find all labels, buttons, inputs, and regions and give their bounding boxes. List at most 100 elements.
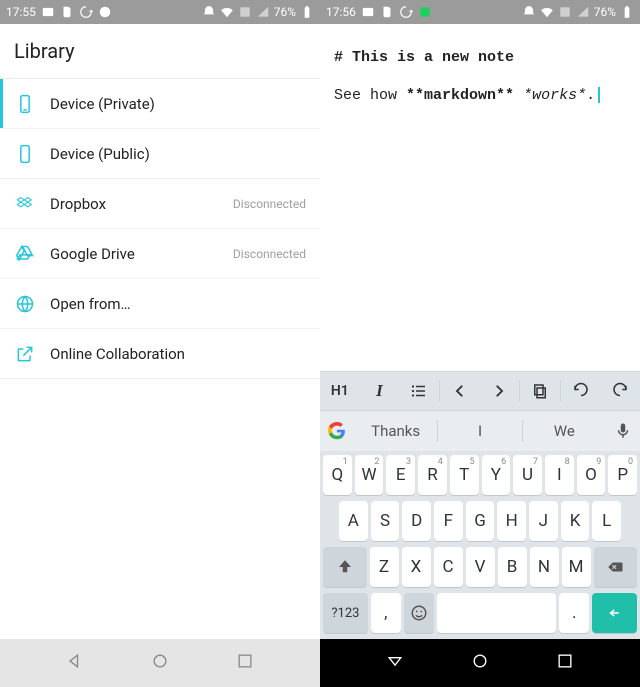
key-t[interactable]: T5: [450, 455, 479, 495]
heading-text: This is a new note: [352, 49, 514, 66]
key-a[interactable]: A: [339, 501, 368, 541]
library-item-2[interactable]: DropboxDisconnected: [0, 179, 320, 229]
nav-back-button[interactable]: [65, 651, 85, 675]
copy-button[interactable]: [520, 382, 560, 400]
system-nav: [320, 639, 640, 687]
prev-button[interactable]: [440, 382, 480, 400]
key-c[interactable]: C: [434, 547, 463, 587]
status-bar: 17:55 76%: [0, 0, 320, 24]
system-nav: [0, 639, 320, 687]
heading-button[interactable]: H1: [320, 383, 360, 399]
status-time: 17:56: [326, 5, 356, 19]
key-symbols[interactable]: ?123: [323, 593, 368, 633]
key-y[interactable]: Y6: [482, 455, 511, 495]
key-b[interactable]: B: [498, 547, 527, 587]
key-u[interactable]: U7: [513, 455, 542, 495]
key-p[interactable]: P0: [608, 455, 637, 495]
app-icon: [418, 5, 432, 19]
suggestion-3[interactable]: We: [523, 422, 606, 440]
dnd-icon: [522, 5, 536, 19]
key-x[interactable]: X: [402, 547, 431, 587]
library-item-label: Device (Public): [50, 145, 150, 163]
library-item-3[interactable]: Google Drive Disconnected: [0, 229, 320, 279]
undo-button[interactable]: [561, 382, 601, 400]
library-item-label: Open from…: [50, 295, 131, 313]
para-post: .: [586, 87, 595, 104]
external-icon: [14, 343, 36, 365]
suggestion-strip: Thanks I We: [320, 411, 640, 451]
library-item-label: Google Drive: [50, 245, 135, 263]
key-z[interactable]: Z: [370, 547, 399, 587]
gallery-icon: [41, 5, 55, 19]
key-space[interactable]: [437, 593, 557, 633]
key-l[interactable]: L: [592, 501, 621, 541]
google-icon[interactable]: [320, 422, 354, 440]
key-w[interactable]: W2: [355, 455, 384, 495]
key-o[interactable]: O9: [577, 455, 606, 495]
key-r[interactable]: R4: [418, 455, 447, 495]
suggestion-1[interactable]: Thanks: [354, 422, 437, 440]
key-g[interactable]: G: [466, 501, 495, 541]
status-time: 17:55: [6, 5, 36, 19]
key-h[interactable]: H: [497, 501, 526, 541]
signal-icon: [256, 5, 270, 19]
key-shift[interactable]: [323, 547, 367, 587]
list-button[interactable]: [399, 382, 439, 400]
evernote-icon: [60, 5, 74, 19]
key-d[interactable]: D: [402, 501, 431, 541]
sync-icon: [399, 5, 413, 19]
library-item-label: Device (Private): [50, 95, 155, 113]
key-enter[interactable]: [592, 593, 637, 633]
battery-icon: [620, 5, 634, 19]
key-n[interactable]: N: [530, 547, 559, 587]
library-item-label: Online Collaboration: [50, 345, 185, 363]
key-q[interactable]: Q1: [323, 455, 352, 495]
nav-recent-button[interactable]: [235, 651, 255, 675]
dnd-icon: [202, 5, 216, 19]
library-item-5[interactable]: Online Collaboration: [0, 329, 320, 379]
para-bold: **markdown**: [406, 87, 514, 104]
key-f[interactable]: F: [434, 501, 463, 541]
dropbox-icon: [14, 193, 36, 215]
mic-button[interactable]: [606, 422, 640, 440]
suggestion-2[interactable]: I: [438, 422, 521, 440]
keyboard: Q1W2E3R4T5Y6U7I8O9P0 ASDFGHJKL ZXCVBNM ?…: [320, 451, 640, 639]
library-item-1[interactable]: Device (Public): [0, 129, 320, 179]
library-item-status: Disconnected: [233, 247, 306, 261]
key-s[interactable]: S: [371, 501, 400, 541]
italic-button[interactable]: I: [360, 381, 400, 401]
library-item-0[interactable]: Device (Private): [0, 79, 320, 129]
evernote-icon: [380, 5, 394, 19]
key-v[interactable]: V: [466, 547, 495, 587]
key-emoji[interactable]: [404, 593, 434, 633]
key-e[interactable]: E3: [386, 455, 415, 495]
editor-screen: 17:56 76% # This is a new note See: [320, 0, 640, 687]
para-pre: See how: [334, 87, 406, 104]
status-battery-pct: 76%: [594, 5, 616, 19]
key-k[interactable]: K: [561, 501, 590, 541]
key-m[interactable]: M: [562, 547, 591, 587]
nav-recent-button[interactable]: [555, 651, 575, 675]
library-item-label: Dropbox: [50, 195, 106, 213]
status-bar: 17:56 76%: [320, 0, 640, 24]
key-comma[interactable]: ,: [371, 593, 401, 633]
key-backspace[interactable]: [594, 547, 638, 587]
note-editor[interactable]: # This is a new note See how **markdown*…: [320, 24, 640, 371]
wifi-icon: [220, 5, 234, 19]
nav-home-button[interactable]: [470, 651, 490, 675]
gdrive-icon: [14, 243, 36, 265]
next-button[interactable]: [480, 382, 520, 400]
gallery-icon: [361, 5, 375, 19]
page-title: Library: [0, 24, 320, 79]
nfc-icon: [238, 5, 252, 19]
editor-toolbar: H1 I: [320, 371, 640, 411]
key-i[interactable]: I8: [545, 455, 574, 495]
nav-home-button[interactable]: [150, 651, 170, 675]
key-j[interactable]: J: [529, 501, 558, 541]
para-italic: *works*: [523, 87, 586, 104]
library-item-4[interactable]: Open from…: [0, 279, 320, 329]
nav-back-button[interactable]: [385, 651, 405, 675]
globe-icon: [14, 293, 36, 315]
redo-button[interactable]: [600, 382, 640, 400]
key-period[interactable]: .: [559, 593, 589, 633]
